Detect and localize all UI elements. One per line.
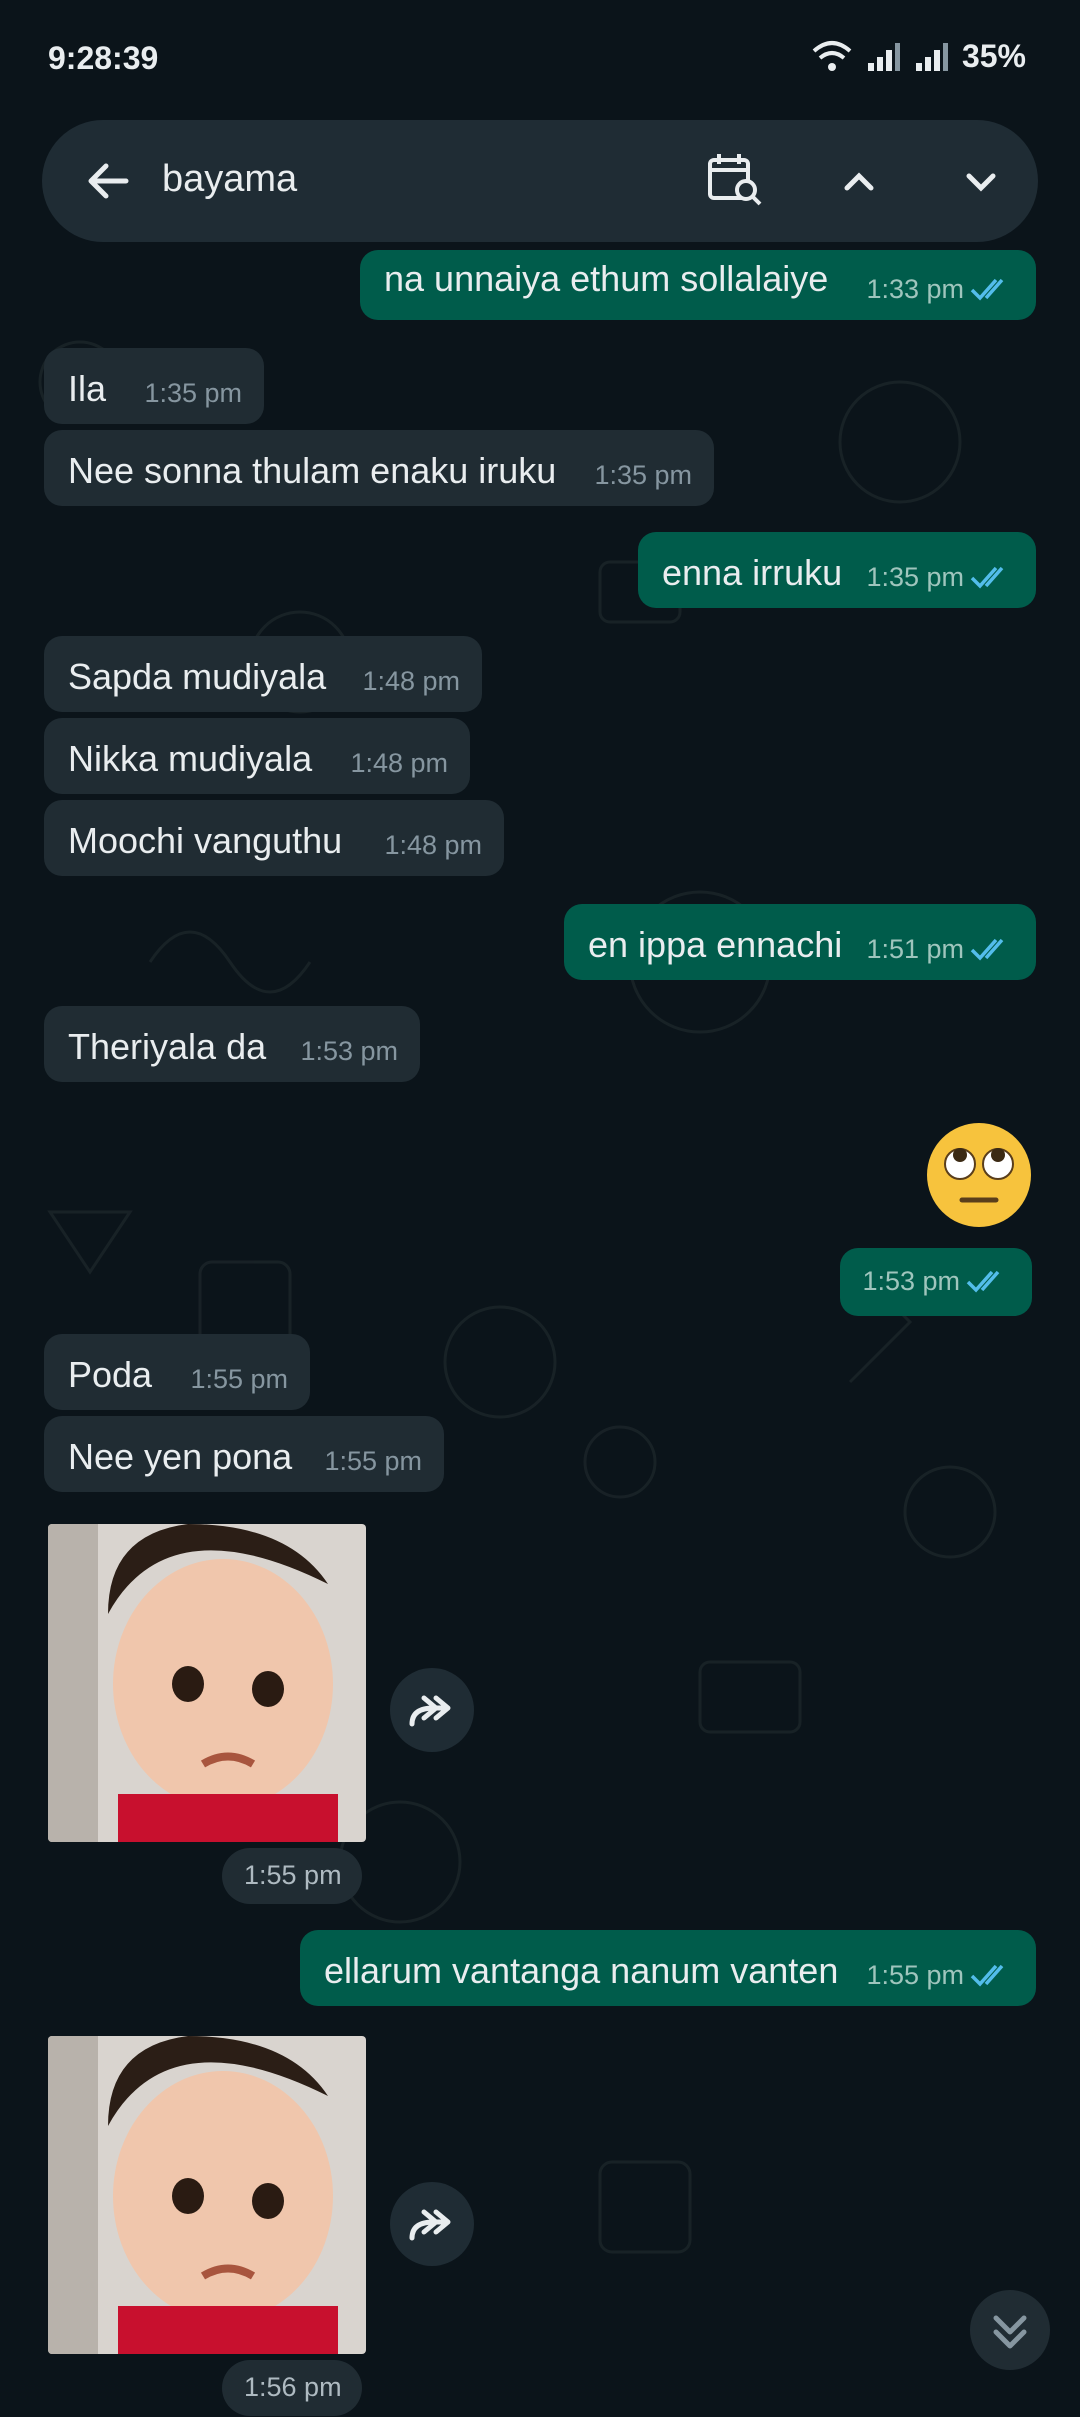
message-text: Nee sonna thulam enaku iruku (68, 450, 557, 491)
search-input[interactable]: bayama (162, 158, 297, 201)
calendar-search-icon[interactable] (702, 148, 766, 212)
message-bubble-incoming[interactable]: Moochi vanguthu 1:48 pm (44, 800, 504, 876)
message-time: 1:35 pm (144, 378, 242, 408)
status-bar: 9:28:39 35% (0, 0, 1080, 120)
message-time: 1:48 pm (350, 748, 448, 778)
message-time: 1:35 pm (594, 460, 692, 490)
message-time: 1:33 pm (866, 274, 964, 304)
message-text: Poda (68, 1354, 153, 1395)
message-text: Nikka mudiyala (68, 738, 313, 779)
search-bar[interactable]: bayama (42, 120, 1038, 242)
chevron-down-icon[interactable] (954, 154, 1008, 208)
signal-icon (867, 42, 900, 71)
message-time: 1:48 pm (384, 830, 482, 860)
forward-button[interactable] (390, 2182, 474, 2266)
message-text: Ila (68, 368, 107, 409)
status-time: 9:28:39 (48, 40, 159, 76)
back-arrow-icon[interactable] (80, 152, 138, 210)
forward-button[interactable] (390, 1668, 474, 1752)
forward-icon (409, 1695, 451, 1727)
sticker-image[interactable] (48, 2036, 366, 2354)
message-time: 1:56 pm (244, 2372, 342, 2402)
message-text: ellarum vantanga nanum vanten (324, 1950, 839, 1991)
message-time: 1:35 pm (866, 562, 964, 592)
message-text: na unnaiya ethum sollalaiye (384, 258, 829, 299)
read-ticks-icon (970, 278, 1004, 301)
message-text: enna irruku (662, 552, 843, 593)
message-bubble-incoming[interactable]: Nee yen pona 1:55 pm (44, 1416, 444, 1492)
forward-icon (409, 2209, 451, 2241)
message-bubble-incoming[interactable]: Ila 1:35 pm (44, 348, 264, 424)
battery-percent: 35% (961, 38, 1026, 74)
status-indicators: 35% (810, 38, 1026, 75)
read-ticks-icon (966, 1270, 1000, 1293)
message-text: Moochi vanguthu (68, 820, 343, 861)
scroll-to-bottom-button[interactable] (970, 2290, 1050, 2370)
double-chevron-down-icon (993, 2315, 1027, 2349)
signal-icon (915, 42, 948, 71)
sticker-time-pill: 1:55 pm (222, 1848, 362, 1904)
message-bubble-incoming[interactable]: Sapda mudiyala 1:48 pm (44, 636, 482, 712)
message-bubble-incoming[interactable]: Nee sonna thulam enaku iruku 1:35 pm (44, 430, 714, 506)
rolling-eyes-emoji-icon (927, 1123, 1031, 1227)
message-bubble-incoming[interactable]: Poda 1:55 pm (44, 1334, 310, 1410)
message-text: Nee yen pona (68, 1436, 293, 1477)
wifi-icon (812, 40, 852, 71)
message-time: 1:55 pm (324, 1446, 422, 1476)
sticker-time-pill: 1:56 pm (222, 2360, 362, 2416)
message-time: 1:53 pm (300, 1036, 398, 1066)
message-bubble-incoming[interactable]: Theriyala da 1:53 pm (44, 1006, 420, 1082)
sticker-image[interactable] (48, 1524, 366, 1842)
read-ticks-icon (970, 566, 1004, 589)
message-time: 1:55 pm (190, 1364, 288, 1394)
message-bubble-outgoing[interactable]: en ippa ennachi 1:51 pm (564, 904, 1036, 980)
message-bubble-outgoing[interactable]: enna irruku 1:35 pm (638, 532, 1036, 608)
message-time: 1:55 pm (244, 1860, 342, 1890)
message-time: 1:53 pm (862, 1266, 960, 1296)
message-bubble-outgoing[interactable]: na unnaiya ethum sollalaiye 1:33 pm (360, 250, 1036, 320)
message-bubble-outgoing[interactable]: 1:53 pm (840, 1248, 1032, 1316)
message-time: 1:55 pm (866, 1960, 964, 1990)
message-time: 1:48 pm (362, 666, 460, 696)
message-bubble-incoming[interactable]: Nikka mudiyala 1:48 pm (44, 718, 470, 794)
message-text: Theriyala da (68, 1026, 267, 1067)
message-bubble-outgoing[interactable]: ellarum vantanga nanum vanten 1:55 pm (300, 1930, 1036, 2006)
message-time: 1:51 pm (866, 934, 964, 964)
message-text: en ippa ennachi (588, 924, 843, 965)
read-ticks-icon (970, 1964, 1004, 1987)
chevron-up-icon[interactable] (832, 154, 886, 208)
message-text: Sapda mudiyala (68, 656, 327, 697)
search-header: bayama (0, 120, 1080, 262)
read-ticks-icon (970, 938, 1004, 961)
